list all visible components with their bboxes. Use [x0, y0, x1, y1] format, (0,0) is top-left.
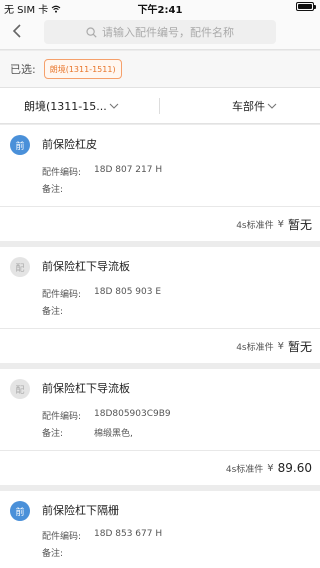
- part-badge: 前: [10, 501, 30, 521]
- part-note-row: 备注:: [42, 182, 63, 195]
- part-note-label: 备注:: [42, 429, 64, 439]
- part-note-row: 备注:: [42, 304, 63, 317]
- part-card[interactable]: 前 前保险杠下隔栅 配件编码: 18D 853 677 H 备注:: [0, 491, 320, 568]
- chevron-down-icon: [267, 103, 277, 109]
- part-price: 4s标准件 ¥ 89.60: [226, 451, 312, 485]
- part-code-label: 配件编码:: [42, 168, 82, 178]
- status-bar: 无 SIM 卡 下午2:41: [0, 0, 320, 16]
- selected-filter-bar: 已选: 朗境(1311-1511): [0, 51, 320, 88]
- part-code-value: 18D805903C9B9: [94, 409, 171, 419]
- part-note-value: 棉缎黑色,: [94, 429, 133, 439]
- part-code-label: 配件编码:: [42, 412, 82, 422]
- part-badge: 前: [10, 135, 30, 155]
- part-note-label: 备注:: [42, 307, 64, 317]
- part-code-value: 18D 807 217 H: [94, 165, 163, 175]
- filter-divider: [159, 98, 160, 114]
- part-code-value: 18D 853 677 H: [94, 529, 163, 539]
- price-standard-label: 4s标准件: [236, 220, 274, 231]
- search-placeholder: 请输入配件编号，配件名称: [102, 26, 234, 39]
- part-note-row: 备注:: [42, 546, 63, 559]
- price-standard-label: 4s标准件: [225, 464, 264, 475]
- back-button[interactable]: [6, 20, 28, 42]
- part-price: 4s标准件 ¥ 暂无: [236, 329, 312, 363]
- part-code-label: 配件编码:: [42, 532, 82, 542]
- part-note-label: 备注:: [42, 549, 64, 559]
- part-card[interactable]: 配 前保险杠下导流板 配件编码: 18D 805 903 E 备注: 4s标准件…: [0, 247, 320, 363]
- category-filter-dropdown[interactable]: 车部件: [232, 88, 277, 124]
- price-amount: 暂无: [287, 339, 312, 354]
- part-card[interactable]: 配 前保险杠下导流板 配件编码: 18D805903C9B9 备注: 棉缎黑色,…: [0, 369, 320, 485]
- part-note-label: 备注:: [42, 185, 64, 195]
- part-name: 前保险杠下隔栅: [42, 504, 119, 517]
- search-icon: [86, 26, 97, 38]
- price-amount: 暂无: [287, 217, 312, 232]
- part-code-label: 配件编码:: [42, 290, 82, 300]
- search-input[interactable]: 请输入配件编号，配件名称: [44, 20, 276, 44]
- chevron-left-icon: [12, 24, 21, 38]
- part-code-row: 配件编码: 18D 807 217 H: [42, 165, 162, 178]
- chevron-down-icon: [109, 103, 119, 109]
- model-filter-label: 朗境(1311-15...: [24, 100, 107, 113]
- part-note-row: 备注: 棉缎黑色,: [42, 426, 133, 439]
- part-code-row: 配件编码: 18D805903C9B9: [42, 409, 171, 422]
- price-currency: ¥: [277, 218, 284, 230]
- part-name: 前保险杠下导流板: [42, 260, 130, 273]
- part-code-row: 配件编码: 18D 805 903 E: [42, 287, 161, 300]
- part-code-value: 18D 805 903 E: [94, 287, 162, 297]
- price-currency: ¥: [267, 462, 274, 474]
- selected-label: 已选:: [10, 63, 36, 76]
- part-name: 前保险杠皮: [42, 138, 97, 151]
- part-price: 4s标准件 ¥ 暂无: [236, 207, 312, 241]
- part-name: 前保险杠下导流板: [42, 382, 130, 395]
- battery-icon: [296, 2, 316, 11]
- price-currency: ¥: [277, 340, 284, 352]
- part-card[interactable]: 前 前保险杠皮 配件编码: 18D 807 217 H 备注: 4s标准件 ¥ …: [0, 125, 320, 241]
- nav-bar: 请输入配件编号，配件名称: [0, 14, 320, 50]
- model-filter-dropdown[interactable]: 朗境(1311-15...: [24, 88, 119, 124]
- part-badge: 配: [10, 379, 30, 399]
- price-amount: 89.60: [277, 461, 312, 475]
- part-badge: 配: [10, 257, 30, 277]
- filter-bar: 朗境(1311-15... 车部件: [0, 88, 320, 124]
- part-code-row: 配件编码: 18D 853 677 H: [42, 529, 162, 542]
- category-filter-label: 车部件: [232, 100, 265, 113]
- price-standard-label: 4s标准件: [236, 342, 274, 353]
- selected-model-tag[interactable]: 朗境(1311-1511): [43, 59, 122, 79]
